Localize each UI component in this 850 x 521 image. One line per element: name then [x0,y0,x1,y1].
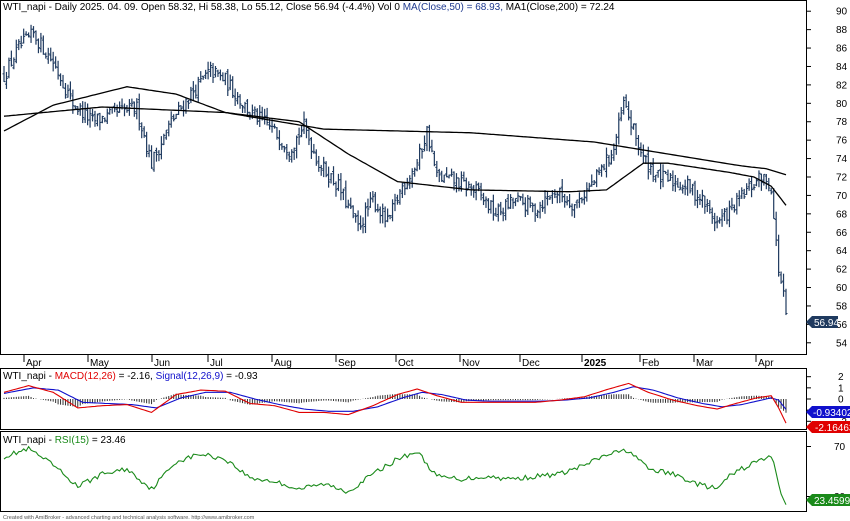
rsi-sep: - [46,435,55,446]
macd-value-tag-text: -2.16463 [815,423,850,434]
rsi-value-tag-text: 23.4599 [814,496,850,507]
macd-label: MACD(12,26) [55,371,116,382]
price-info: - Daily 2025. 04. 09. Open 58.32, Hi 58.… [46,2,403,13]
price-tick-label: 54 [836,338,848,349]
macd-tick-label: 1 [838,383,844,394]
price-tick-label: 74 [836,154,848,165]
month-tick-label: Feb [642,358,660,369]
price-tick-label: 82 [836,80,848,91]
price-tick-label: 58 [836,301,848,312]
price-tick-label: 64 [836,246,848,257]
price-tick-label: 72 [836,173,848,184]
price-tick-label: 66 [836,228,848,239]
signal-label: Signal(12,26,9) [156,371,224,382]
month-tick-label: Apr [758,358,774,369]
price-tick-label: 78 [836,117,848,128]
macd-tick-label: 0 [838,395,844,406]
month-tick-label: Sep [338,358,356,369]
price-tick-label: 90 [836,7,848,18]
price-tick-label: 70 [836,191,848,202]
signal-value: = -0.93 [223,371,258,382]
month-tick-label: Apr [26,358,42,369]
price-tick-label: 84 [836,62,848,73]
footer-credit: Created with AmiBroker - advanced charti… [3,515,255,521]
close-price-tag-text: 56.94 [814,318,839,329]
month-tick-label: May [90,358,109,369]
rsi-value-tag: 23.4599 [806,494,850,507]
signal-value-tag: -0.934029 [806,406,850,419]
macd-tick-label: 2 [838,372,844,383]
macd-symbol: WTI_napi [3,371,46,382]
month-tick-label: Aug [274,358,292,369]
macd-sep: - [46,371,55,382]
price-axis: 54565860626466687072747678808284868890 [806,7,848,349]
month-tick-label: 2025 [584,358,607,369]
month-tick-label: Jun [154,358,170,369]
price-tick-label: 68 [836,209,848,220]
price-tick-label: 60 [836,283,848,294]
month-axis: Apr May Jun Jul Aug Sep Oct Nov Dec 2025 Feb Mar Apr [0,354,806,369]
rsi-label: RSI(15) [55,435,89,446]
close-price-tag: 56.94 [806,316,839,329]
rsi-axis: 3070 [806,442,846,503]
rsi-symbol: WTI_napi [3,435,46,446]
ma200-label: MA1(Close,200) = 72.24 [503,2,615,13]
month-tick-label: Dec [522,358,540,369]
month-tick-label: Oct [398,358,414,369]
signal-value-tag-text: -0.934029 [813,408,850,419]
price-tick-label: 76 [836,136,848,147]
macd-value-tag: -2.16463 [806,421,850,434]
chart-canvas: 54565860626466687072747678808284868890 A… [0,0,850,521]
price-tick-label: 62 [836,265,848,276]
price-title: WTI_napi - Daily 2025. 04. 09. Open 58.3… [3,2,615,13]
macd-title: WTI_napi - MACD(12,26) = -2.16, Signal(1… [3,371,258,382]
price-tick-label: 86 [836,44,848,55]
macd-value: = -2.16, [116,371,156,382]
rsi-value: = 23.46 [89,435,126,446]
price-tick-label: 80 [836,99,848,110]
price-panel-frame [0,0,807,355]
month-tick-label: Jul [210,358,223,369]
macd-axis: -2-1012 [806,372,847,428]
price-tick-label: 88 [836,25,848,36]
month-tick-label: Mar [696,358,714,369]
ma50-label: MA(Close,50) = 68.93, [403,2,503,13]
rsi-tick-label: 70 [834,442,846,453]
rsi-title: WTI_napi - RSI(15) = 23.46 [3,435,126,446]
price-symbol: WTI_napi [3,2,46,13]
month-tick-label: Nov [462,358,480,369]
